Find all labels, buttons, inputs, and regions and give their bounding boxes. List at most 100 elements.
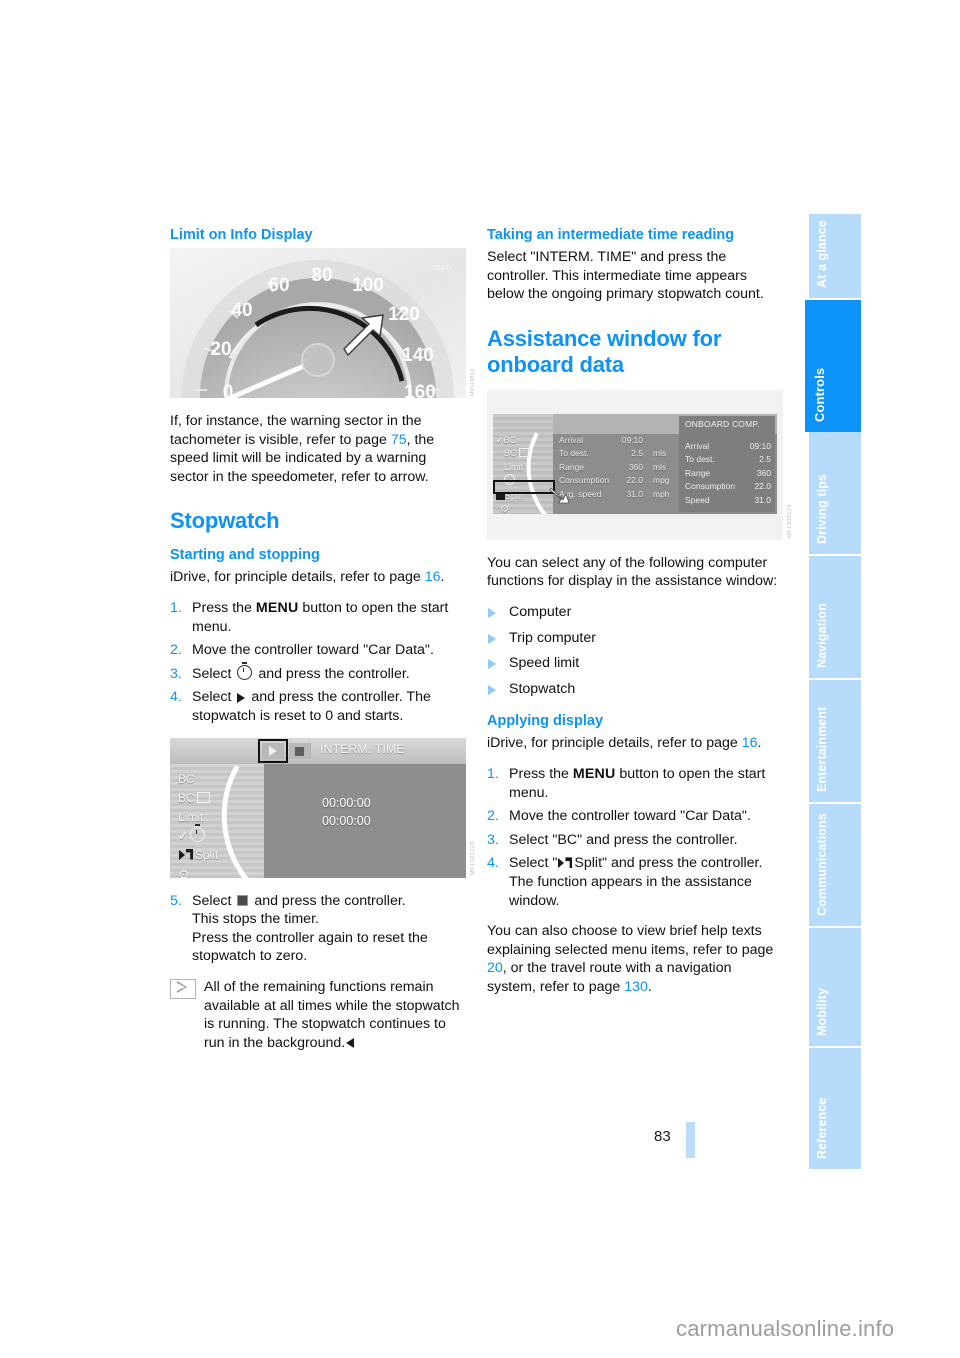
- idrive-selection-highlight: [258, 738, 288, 763]
- stop-icon: [237, 894, 249, 906]
- step-text: Move the controller toward "Car Data".: [509, 808, 751, 825]
- step-item: Press the MENU button to open the start …: [170, 599, 466, 636]
- split-icon: [558, 857, 573, 869]
- obc-assist-value: 31.0: [754, 494, 771, 505]
- page-reference-130[interactable]: 130: [624, 979, 648, 995]
- obc-assist-row: Speed 31.0: [685, 494, 771, 508]
- obc-row: Range 360 mls: [559, 461, 679, 475]
- heading-stopwatch: Stopwatch: [170, 508, 280, 534]
- idrive-menu-item-label: BC: [178, 790, 195, 805]
- right-content-column: Taking an intermediate time reading Sele…: [487, 226, 793, 1008]
- obc-row: Consumption 22.0 mpg: [559, 474, 679, 488]
- sidebar-tab-label: Reference: [815, 1097, 829, 1159]
- svg-text:140: 140: [402, 345, 434, 366]
- step-text: and press the controller.: [254, 665, 410, 682]
- sidebar-tab-label: Controls: [812, 367, 827, 422]
- step-item: Select and press the controller.: [170, 661, 466, 684]
- svg-text:120: 120: [388, 304, 420, 325]
- heading-limit-on-info-display: Limit on Info Display: [170, 227, 313, 243]
- heading-applying-display: Applying display: [487, 713, 604, 730]
- obc-menu-item-bc[interactable]: ✓BC: [496, 434, 530, 448]
- stopwatch-primary-time: 00:00:00: [322, 795, 371, 810]
- step-text: Press the controller again to reset the …: [192, 929, 428, 965]
- heading-intermediate-time: Taking an intermediate time reading: [487, 227, 735, 243]
- obc-assistance-window: ONBOARD COMP. Arrival 09:10 To dest. 2.5 R…: [679, 415, 775, 512]
- paragraph-limit-info: If, for instance, the warning sector in …: [170, 412, 466, 486]
- note-block: All of the remaining functions remain av…: [170, 978, 466, 1052]
- site-watermark: carmanualsonline.info: [676, 1316, 895, 1341]
- obc-selection-highlight: [493, 479, 555, 494]
- paragraph-text: You can also choose to view brief help t…: [487, 923, 774, 958]
- obc-row-value: 2.5: [631, 448, 643, 459]
- obc-row-label: Range: [559, 461, 585, 472]
- steps-stopping: Select and press the controller. This sto…: [170, 892, 466, 966]
- obc-assist-row: To dest. 2.5: [685, 453, 771, 467]
- note-triangle-inner: [177, 982, 185, 991]
- page-reference-75[interactable]: 75: [391, 432, 407, 448]
- sidebar-tab-reference[interactable]: Reference: [809, 1048, 861, 1169]
- heading-assistance-window: Assistance window for onboard data: [487, 326, 783, 378]
- obc-row-value: 09:10: [621, 434, 643, 445]
- obc-row-unit: mph: [653, 488, 670, 499]
- heading-line-1: Assistance window for: [487, 325, 722, 351]
- paragraph-text: iDrive, for principle details, refer to …: [170, 569, 425, 586]
- sidebar-tab-communications[interactable]: Communications: [809, 804, 861, 928]
- paragraph-select-functions: You can select any of the following comp…: [487, 554, 778, 590]
- menu-button-label: MENU: [572, 765, 616, 782]
- idrive-menu-item-split[interactable]: Split: [178, 846, 218, 865]
- sidebar-tab-entertainment[interactable]: Entertainment: [809, 680, 861, 804]
- steps-starting-stopping: Press the MENU button to open the start …: [170, 599, 466, 726]
- step-item: Select and press the controller. The sto…: [170, 688, 466, 725]
- sidebar-tab-at-a-glance[interactable]: At a glance: [809, 214, 861, 300]
- svg-text:mph: mph: [433, 262, 452, 272]
- idrive-stop-button[interactable]: [289, 742, 311, 759]
- idrive-menu-item-stopwatch[interactable]: ✓: [178, 823, 218, 846]
- idrive-interm-time-label[interactable]: INTERM. TIME: [320, 742, 405, 756]
- steps-applying-display: Press the MENU button to open the start …: [487, 765, 783, 910]
- obc-menu-list: ✓BC BC Limit Split ⚙: [496, 434, 530, 514]
- svg-text:40: 40: [231, 300, 252, 321]
- svg-text:80: 80: [311, 265, 332, 286]
- paragraph-idrive-ref-left: iDrive, for principle details, refer to …: [170, 568, 466, 587]
- stop-icon: [295, 746, 304, 756]
- obc-assist-value: 22.0: [754, 481, 771, 492]
- page-reference-16[interactable]: 16: [742, 735, 758, 751]
- sidebar-tab-driving-tips[interactable]: Driving tips: [809, 432, 861, 556]
- stopwatch-icon: [237, 661, 253, 680]
- obc-row-value: 22.0: [626, 475, 643, 486]
- idrive-menu-item-oil[interactable]: ⚙: [178, 865, 218, 878]
- heading-line-2: onboard data: [487, 351, 624, 377]
- briefcase-icon: [518, 448, 530, 458]
- paragraph-text: .: [647, 978, 652, 995]
- list-item-computer: Computer: [487, 603, 783, 622]
- obc-assist-value: 2.5: [759, 454, 771, 465]
- obc-menu-item-label: BC: [503, 434, 517, 445]
- step-item: Select and press the controller. This sto…: [170, 892, 466, 966]
- oil-can-icon: ⚙: [500, 504, 509, 514]
- figure-speedometer: 0 20 40 60 80 100 120 140 160 mph MPH381…: [170, 248, 476, 398]
- figure-code: MK1303123: [470, 841, 476, 876]
- idrive-menu-item-bc[interactable]: BC: [178, 770, 218, 789]
- note-text-content: All of the remaining functions remain av…: [204, 978, 460, 1051]
- obc-assist-label: Range: [685, 467, 711, 478]
- obc-assist-row: Consumption 22.0: [685, 480, 771, 494]
- figure-code: MK1303124: [787, 503, 793, 538]
- paragraph-text: iDrive, for principle details, refer to …: [487, 735, 742, 752]
- idrive-menu-item-bc-trip[interactable]: BC: [178, 789, 218, 808]
- paragraph-idrive-ref-right: iDrive, for principle details, refer to …: [487, 734, 783, 753]
- heading-starting-and-stopping: Starting and stopping: [170, 547, 320, 564]
- obc-row-unit: mls: [653, 461, 667, 472]
- sidebar-tab-mobility[interactable]: Mobility: [809, 928, 861, 1048]
- end-of-note-marker: [346, 1037, 355, 1048]
- obc-row-label: To dest.: [559, 448, 589, 459]
- obc-menu-item-oil[interactable]: ⚙: [496, 503, 530, 514]
- check-icon: ✓: [178, 828, 189, 843]
- figure-code: MPH3810: [470, 368, 476, 396]
- page-reference-16[interactable]: 16: [425, 569, 441, 585]
- page-reference-20[interactable]: 20: [487, 960, 503, 976]
- obc-menu-item-limit[interactable]: Limit: [496, 461, 530, 475]
- sidebar-tab-navigation[interactable]: Navigation: [809, 556, 861, 680]
- step-text: Select ": [509, 855, 558, 872]
- obc-menu-item-bc-trip[interactable]: BC: [496, 447, 530, 461]
- sidebar-tab-controls[interactable]: Controls: [805, 300, 861, 432]
